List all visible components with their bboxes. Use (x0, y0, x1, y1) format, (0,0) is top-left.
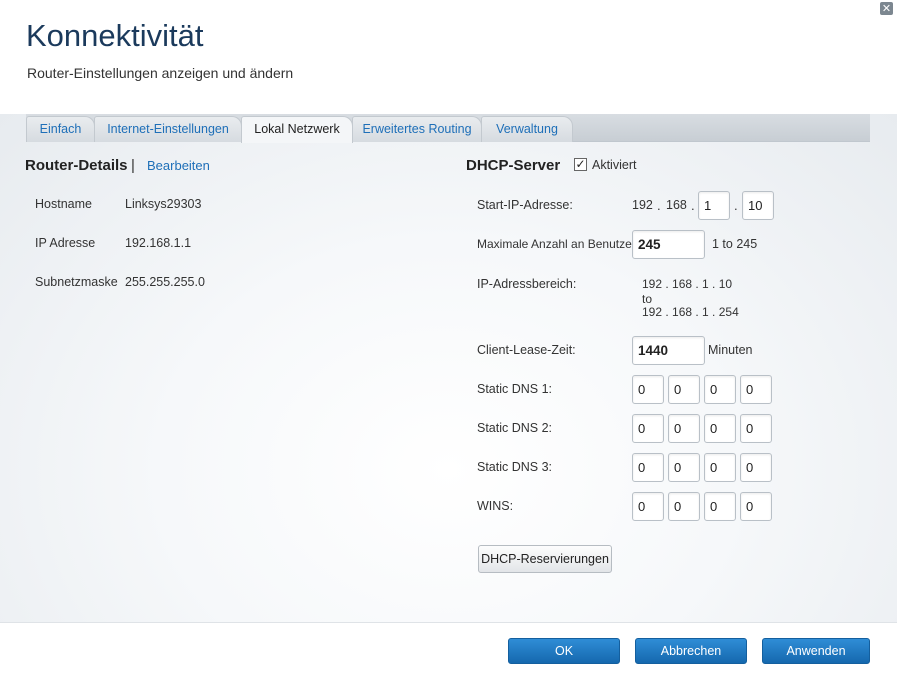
tab-verwaltung[interactable]: Verwaltung (481, 116, 573, 142)
dns3-label: Static DNS 3: (477, 460, 553, 474)
ip-dot: . (734, 198, 738, 213)
tab-lokal-netzwerk[interactable]: Lokal Netzwerk (241, 116, 353, 143)
title-separator: | (131, 157, 135, 174)
ok-button[interactable]: OK (508, 638, 620, 664)
start-ip-octet2: 168 (666, 198, 687, 212)
router-details-title: Router-Details (25, 157, 128, 174)
dns1-octet1-input[interactable] (632, 375, 664, 404)
dns3-octet4-input[interactable] (740, 453, 772, 482)
ip-range-from: 192 . 168 . 1 . 10 (642, 277, 733, 291)
ip-address-label: IP Adresse (35, 236, 96, 250)
dns2-octet1-input[interactable] (632, 414, 664, 443)
dhcp-server-title: DHCP-Server (466, 157, 561, 174)
ip-range-label: IP-Adressbereich: (477, 277, 577, 291)
tab-einfach[interactable]: Einfach (26, 116, 95, 142)
wins-label: WINS: (477, 499, 514, 513)
subnet-mask-value: 255.255.255.0 (125, 275, 205, 289)
dns2-octet3-input[interactable] (704, 414, 736, 443)
wins-octet1-input[interactable] (632, 492, 664, 521)
dns3-octet3-input[interactable] (704, 453, 736, 482)
dns1-label: Static DNS 1: (477, 382, 553, 396)
dns2-octet2-input[interactable] (668, 414, 700, 443)
close-icon[interactable]: ✕ (880, 2, 893, 15)
max-users-input[interactable] (632, 230, 705, 259)
dns2-octet4-input[interactable] (740, 414, 772, 443)
start-ip-octet1: 192 (632, 198, 653, 212)
tab-bar: Einfach Internet-Einstellungen Lokal Net… (26, 114, 870, 143)
start-ip-octet3-input[interactable] (698, 191, 730, 220)
dhcp-enabled-checkbox[interactable]: ✓ (574, 158, 587, 171)
tab-erweitertes-routing[interactable]: Erweitertes Routing (352, 116, 482, 142)
lease-time-unit: Minuten (708, 343, 753, 357)
dns3-octet1-input[interactable] (632, 453, 664, 482)
dns2-label: Static DNS 2: (477, 421, 553, 435)
max-users-range: 1 to 245 (712, 237, 758, 251)
ip-address-value: 192.168.1.1 (125, 236, 192, 250)
max-users-label: Maximale Anzahl an Benutzern: (477, 237, 646, 251)
dns1-octet3-input[interactable] (704, 375, 736, 404)
ip-range-to-word: to (642, 292, 653, 306)
cancel-button[interactable]: Abbrechen (635, 638, 747, 664)
dns1-octet4-input[interactable] (740, 375, 772, 404)
dhcp-reservations-button[interactable]: DHCP-Reservierungen (478, 545, 612, 573)
page-title: Konnektivität (26, 18, 204, 53)
hostname-value: Linksys29303 (125, 197, 202, 211)
dns3-octet2-input[interactable] (668, 453, 700, 482)
hostname-label: Hostname (35, 197, 92, 211)
wins-octet4-input[interactable] (740, 492, 772, 521)
wins-octet2-input[interactable] (668, 492, 700, 521)
dhcp-enabled-label: Aktiviert (592, 158, 637, 172)
edit-link[interactable]: Bearbeiten (147, 158, 210, 173)
apply-button[interactable]: Anwenden (762, 638, 870, 664)
ip-dot: . (691, 198, 695, 213)
ip-dot: . (657, 198, 661, 213)
lease-time-label: Client-Lease-Zeit: (477, 343, 576, 357)
wins-octet3-input[interactable] (704, 492, 736, 521)
tab-internet-einstellungen[interactable]: Internet-Einstellungen (94, 116, 242, 142)
page-subtitle: Router-Einstellungen anzeigen und ändern (27, 65, 294, 81)
lease-time-input[interactable] (632, 336, 705, 365)
dns1-octet2-input[interactable] (668, 375, 700, 404)
subnet-mask-label: Subnetzmaske (35, 275, 118, 289)
start-ip-label: Start-IP-Adresse: (477, 198, 573, 212)
ip-range-to: 192 . 168 . 1 . 254 (642, 305, 739, 319)
start-ip-octet4-input[interactable] (742, 191, 774, 220)
